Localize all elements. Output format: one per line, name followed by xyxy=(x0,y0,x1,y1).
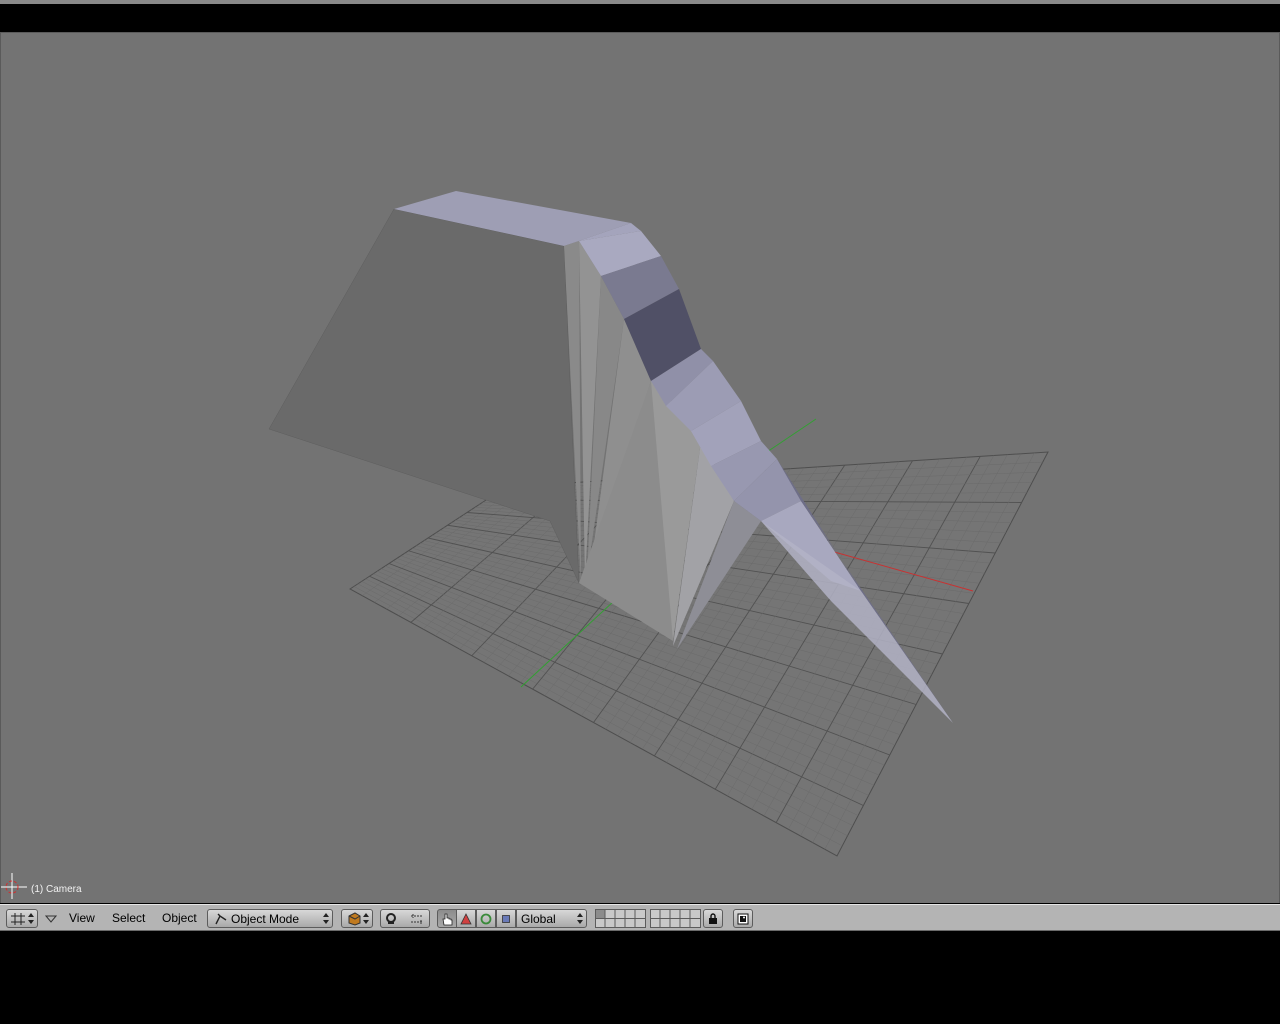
ring-icon xyxy=(480,913,492,924)
scene-canvas[interactable] xyxy=(1,33,1280,903)
rotate-button[interactable] xyxy=(476,909,496,928)
mode-label: Object Mode xyxy=(231,911,300,926)
render-view-button[interactable] xyxy=(733,909,753,928)
pivot-icon xyxy=(386,912,396,924)
menu-object[interactable]: Object xyxy=(160,909,199,928)
align-icon xyxy=(411,913,423,924)
3d-view-grid-icon xyxy=(11,912,25,925)
draw-type-select[interactable] xyxy=(341,909,373,928)
mode-select[interactable]: Object Mode xyxy=(207,909,333,928)
render-icon xyxy=(737,913,749,924)
view-axis-widget-icon xyxy=(1,873,27,899)
menu-select[interactable]: Select xyxy=(110,909,147,928)
camera-label: (1) Camera xyxy=(31,884,82,895)
scale-button[interactable] xyxy=(496,909,516,928)
lock-layers-button[interactable] xyxy=(703,909,723,928)
orientation-select[interactable]: Global xyxy=(516,909,587,928)
square-icon xyxy=(502,914,510,923)
layer-buttons-group-2[interactable] xyxy=(650,909,701,928)
collapse-menu-icon[interactable] xyxy=(45,915,57,923)
translate-button[interactable] xyxy=(456,909,476,928)
manipulator-toggle-button[interactable] xyxy=(437,909,457,928)
triangle-icon xyxy=(460,912,472,924)
window-top-bar xyxy=(0,4,1280,32)
layer-buttons-group-1[interactable] xyxy=(595,909,646,928)
editor-type-button[interactable] xyxy=(6,909,38,928)
object-mode-icon xyxy=(215,913,227,924)
3d-viewport[interactable]: (1) Camera xyxy=(0,32,1280,903)
solid-cube-icon xyxy=(348,911,361,926)
bottom-area xyxy=(0,931,1280,1024)
pivot-select[interactable] xyxy=(380,909,430,928)
menu-view[interactable]: View xyxy=(67,909,97,928)
lock-icon xyxy=(709,912,717,924)
orientation-label: Global xyxy=(521,911,556,926)
hand-icon xyxy=(442,913,453,925)
3d-view-header: View Select Object Object Mode Global xyxy=(0,904,1280,931)
